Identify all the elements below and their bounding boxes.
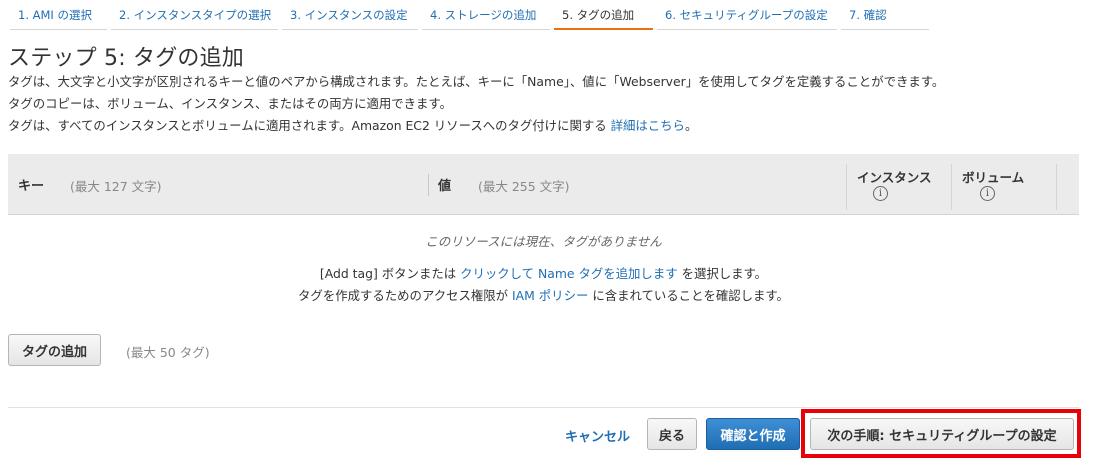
volumes-info-icon[interactable]: i [980,186,995,201]
page-title: ステップ 5: タグの追加 [8,46,244,71]
value-column-header: 値 [438,179,452,194]
empty-tags-message: このリソースには現在、タグがありません [425,234,662,249]
review-and-launch-button[interactable]: 確認と作成 [706,418,800,450]
step-tab-tags[interactable]: 5. タグの追加 [552,0,655,30]
next-configure-security-group-button[interactable]: 次の手順: セキュリティグループの設定 [810,418,1074,450]
cancel-link[interactable]: キャンセル [565,426,630,445]
footer-divider [8,407,1079,408]
value-max-length-hint: (最大 255 文字) [478,179,570,194]
key-max-length-hint: (最大 127 文字) [70,179,162,194]
key-column-header: キー [18,179,45,194]
column-divider [428,174,429,196]
iam-policy-link[interactable]: IAM ポリシー [512,288,588,303]
step-tab-instance-type[interactable]: 2. インスタンスタイプの選択 [109,0,280,30]
instances-column-label: インスタンス [857,170,932,185]
learn-more-link[interactable]: 詳細はこちら [611,118,685,133]
step-tab-instance-config[interactable]: 3. インスタンスの設定 [280,0,420,30]
help-line-2: タグを作成するためのアクセス権限が IAM ポリシー に含まれていることを確認し… [8,286,1079,304]
volumes-column-label: ボリューム [962,170,1025,185]
instances-info-icon[interactable]: i [873,186,888,201]
description-line-1: タグは、大文字と小文字が区別されるキーと値のペアから構成されます。たとえば、キー… [8,74,945,89]
tags-table-header: キー (最大 127 文字) 値 (最大 255 文字) インスタンス i ボリ… [8,154,1079,215]
step-tab-ami[interactable]: 1. AMI の選択 [8,0,109,30]
step-tab-storage[interactable]: 4. ストレージの追加 [420,0,552,30]
back-button[interactable]: 戻る [647,418,697,450]
help-line-2-pre: タグを作成するためのアクセス権限が [298,288,509,303]
volumes-column-header: ボリューム i [951,164,1057,210]
help-line-1-pre: [Add tag] ボタンまたは [319,266,457,281]
step-tab-security-group[interactable]: 6. セキュリティグループの設定 [655,0,839,30]
wizard-steps: 1. AMI の選択 2. インスタンスタイプの選択 3. インスタンスの設定 … [8,0,931,30]
help-line-1-post: を選択します。 [681,266,768,281]
help-line-1: [Add tag] ボタンまたは クリックして Name タグを追加します を選… [8,264,1079,282]
description-line-3-end: 。 [684,118,698,133]
add-name-tag-link[interactable]: クリックして Name タグを追加します [460,266,678,281]
description-line-3: タグは、すべてのインスタンスとボリュームに適用されます。Amazon EC2 リ… [8,116,697,134]
help-line-2-post: に含まれていることを確認します。 [592,288,789,303]
description-line-2: タグのコピーは、ボリューム、インスタンス、またはその両方に適用できます。 [8,96,452,111]
step-tab-review[interactable]: 7. 確認 [839,0,931,30]
add-tag-button[interactable]: タグの追加 [8,334,101,366]
instances-column-header: インスタンス i [846,164,951,210]
max-tags-hint: (最大 50 タグ) [126,345,210,360]
description-line-3-text: タグは、すべてのインスタンスとボリュームに適用されます。Amazon EC2 リ… [8,118,607,133]
